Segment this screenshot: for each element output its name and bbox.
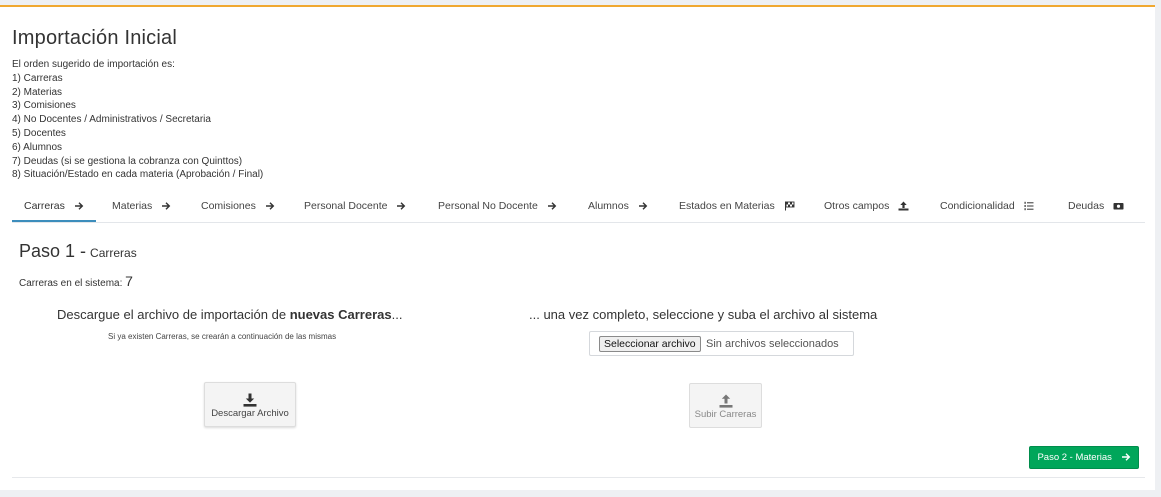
import-order-item: 3) Comisiones (12, 100, 76, 112)
import-tabs: Carreras Materias Comisiones Personal Do… (12, 190, 1145, 223)
upload-carreras-label: Subir Carreras (694, 409, 757, 420)
upload-icon (898, 201, 909, 211)
download-heading-suffix: ... (391, 307, 403, 322)
tab-comisiones[interactable]: Comisiones (189, 190, 287, 222)
page-title: Importación Inicial (12, 27, 177, 49)
tab-condicionalidad[interactable]: Condicionalidad (928, 190, 1046, 222)
download-heading: Descargue el archivo de importación de n… (57, 307, 402, 322)
import-order-item: 8) Situación/Estado en cada materia (Apr… (12, 169, 264, 181)
arrow-right-icon (397, 202, 406, 210)
tab-alumnos[interactable]: Alumnos (576, 190, 660, 222)
tab-personal-docente[interactable]: Personal Docente (292, 190, 418, 222)
upload-icon (719, 394, 732, 408)
download-file-button[interactable]: Descargar Archivo (204, 382, 296, 427)
money-bill-icon (1113, 203, 1124, 210)
download-note: Si ya existen Carreras, se crearán a con… (108, 332, 337, 341)
arrow-right-icon (1121, 453, 1130, 462)
file-input[interactable]: Seleccionar archivo Sin archivos selecci… (589, 331, 854, 356)
import-card: Importación Inicial El orden sugerido de… (0, 5, 1155, 490)
import-order-item: 1) Carreras (12, 72, 63, 84)
next-step-button[interactable]: Paso 2 - Materias (1029, 446, 1139, 469)
import-order-item: 7) Deudas (si se gestiona la cobranza co… (12, 155, 243, 167)
import-order-item: 6) Alumnos (12, 141, 63, 153)
upload-carreras-button[interactable]: Subir Carreras (689, 383, 762, 428)
arrow-right-icon (638, 202, 648, 210)
step-subtitle: Carreras (90, 246, 137, 260)
upload-heading: ... una vez completo, seleccione y suba … (529, 307, 878, 322)
tab-label: Materias (112, 200, 153, 212)
tab-label: Otros campos (824, 200, 890, 212)
select-file-button[interactable]: Seleccionar archivo (599, 336, 701, 352)
flag-checkered-icon (784, 201, 795, 211)
file-status: Sin archivos seleccionados (706, 338, 839, 350)
tab-estados-en-materias[interactable]: Estados en Materias (667, 190, 807, 222)
arrow-right-icon (162, 202, 171, 210)
tab-label: Personal Docente (304, 200, 388, 212)
arrow-right-icon (265, 202, 275, 210)
step-title: Paso 1 - Carreras (19, 241, 137, 262)
system-count: Carreras en el sistema: 7 (19, 273, 133, 289)
download-file-label: Descargar Archivo (211, 408, 289, 419)
tab-label: Alumnos (588, 200, 629, 212)
download-heading-bold: nuevas Carreras (289, 307, 392, 322)
import-order-list: El orden sugerido de importación es: 1) … (12, 58, 263, 182)
tab-deudas[interactable]: Deudas (1056, 190, 1136, 222)
download-icon (243, 393, 257, 407)
list-ordered-icon (1024, 202, 1034, 211)
step-number: Paso 1 - (19, 241, 87, 261)
count-label: Carreras en el sistema: (19, 278, 123, 289)
arrow-right-icon (74, 202, 84, 210)
tab-otros-campos[interactable]: Otros campos (812, 190, 921, 222)
tab-label: Personal No Docente (438, 200, 538, 212)
tab-label: Comisiones (201, 200, 256, 212)
tab-personal-no-docente[interactable]: Personal No Docente (426, 190, 569, 222)
count-value: 7 (125, 273, 133, 289)
divider (12, 477, 1145, 478)
tab-label: Condicionalidad (940, 200, 1015, 212)
download-heading-prefix: Descargue el archivo de importación de (57, 307, 290, 322)
arrow-right-icon (547, 202, 557, 210)
tab-label: Deudas (1068, 200, 1105, 212)
tab-label: Carreras (24, 200, 65, 212)
import-order-item: 5) Docentes (12, 127, 66, 139)
next-step-label: Paso 2 - Materias (1037, 452, 1112, 463)
tab-label: Estados en Materias (679, 200, 775, 212)
import-order-item: 2) Materias (12, 86, 63, 98)
import-order-heading: El orden sugerido de importación es: (12, 59, 175, 70)
tab-materias[interactable]: Materias (100, 190, 183, 222)
import-order-item: 4) No Docentes / Administrativos / Secre… (12, 114, 211, 126)
tab-carreras[interactable]: Carreras (12, 190, 96, 222)
